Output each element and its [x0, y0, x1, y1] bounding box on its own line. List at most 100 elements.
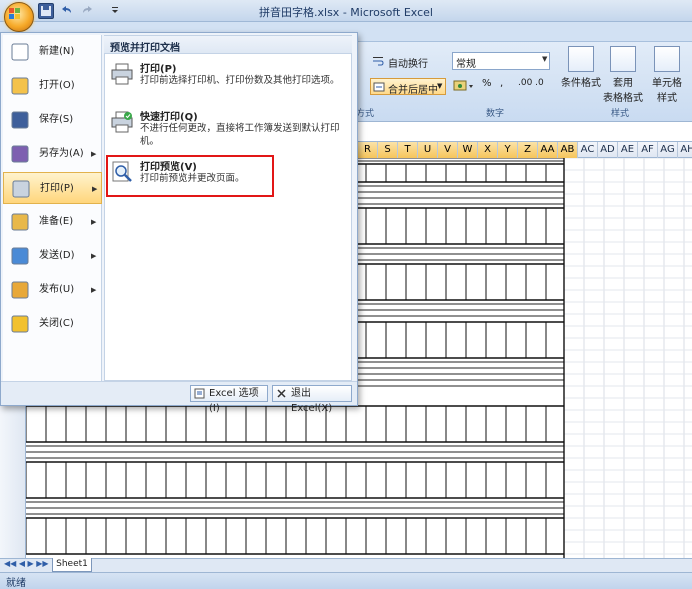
publish-icon [11, 281, 29, 299]
office-menu-item[interactable]: 打开(O) [3, 70, 102, 102]
office-menu-item-label: 新建(N) [39, 46, 75, 57]
customize-quick-access-button[interactable] [110, 3, 126, 19]
column-header[interactable]: AE [618, 142, 638, 158]
column-header[interactable]: AD [598, 142, 618, 158]
wrap-text-label: 自动换行 [388, 59, 428, 70]
quick-print-icon [111, 111, 133, 133]
column-header[interactable]: AH [678, 142, 692, 158]
column-header[interactable]: U [418, 142, 438, 158]
cell-styles-icon [654, 46, 680, 72]
undo-icon [62, 6, 71, 13]
sheet-tab[interactable]: Sheet1 [52, 558, 92, 572]
redo-icon [83, 6, 92, 13]
prepare-icon [11, 213, 29, 231]
save-as-icon [11, 145, 29, 163]
currency-icon [453, 80, 473, 91]
column-header[interactable]: X [478, 142, 498, 158]
number-format-select[interactable]: 常规 [452, 52, 550, 70]
column-header[interactable]: AB [558, 142, 578, 158]
exit-excel-button[interactable]: 退出 Excel(X) [272, 385, 352, 414]
chevron-right-icon: ▶ [91, 286, 97, 294]
chevron-down-icon: ▼ [437, 82, 443, 90]
merge-center-label: 合并后居中 [388, 85, 438, 96]
merge-icon [373, 82, 385, 92]
comma-style-button[interactable]: , [500, 78, 512, 94]
printer-icon [12, 180, 30, 198]
office-menu-item-label: 打开(O) [39, 80, 75, 91]
close-folder-icon [11, 315, 29, 333]
excel-options-button[interactable]: Excel 选项(I) [190, 385, 268, 414]
wrap-text-icon [373, 57, 384, 66]
submenu-item-desc: 不进行任何更改，直接将工作簿发送到默认打印机。 [140, 123, 340, 147]
submenu-item-quick-print[interactable]: 快速打印(Q) 不进行任何更改，直接将工作簿发送到默认打印机。 [106, 108, 346, 152]
office-menu-item[interactable]: 准备(E) ▶ [3, 206, 102, 238]
wrap-text-button[interactable]: 自动换行 [370, 53, 450, 70]
column-header[interactable]: T [398, 142, 418, 158]
window-title: 拼音田字格.xlsx - Microsoft Excel [259, 6, 433, 19]
column-header[interactable]: S [378, 142, 398, 158]
cell-styles-button[interactable]: 单元格 样式 [644, 46, 690, 104]
chevron-right-icon: ▶ [91, 150, 97, 158]
chevron-down-icon: ▼ [542, 55, 548, 63]
submenu-title: 预览并打印文档 [104, 36, 352, 54]
group-label-number: 数字 [485, 109, 504, 119]
send-icon [11, 247, 29, 265]
office-menu-item[interactable]: 保存(S) [3, 104, 102, 136]
percent-button[interactable]: % [482, 78, 496, 94]
office-menu-item[interactable]: 发布(U) ▶ [3, 274, 102, 306]
undo-button[interactable] [58, 3, 74, 19]
column-header[interactable]: Y [498, 142, 518, 158]
sheet-nav-icon[interactable]: ◀◀ ◀ ▶ ▶▶ [4, 559, 49, 568]
highlight-box [106, 155, 274, 197]
printer-icon [111, 63, 133, 85]
conditional-format-label: 条件格式 [561, 78, 601, 89]
table-format-label: 套用 表格格式 [603, 78, 643, 104]
cell-styles-label: 单元格 样式 [652, 78, 682, 104]
office-menu-item-label: 发送(D) [39, 250, 75, 261]
chevron-right-icon: ▶ [92, 185, 98, 193]
column-header[interactable]: AA [538, 142, 558, 158]
column-header[interactable]: R [358, 142, 378, 158]
office-menu-item-label: 另存为(A) [39, 148, 84, 159]
sheet-tab-bar: ◀◀ ◀ ▶ ▶▶ [0, 558, 692, 572]
close-icon [277, 389, 286, 398]
open-folder-icon [11, 77, 29, 95]
column-header[interactable]: AF [638, 142, 658, 158]
office-menu-item[interactable]: 另存为(A) ▶ [3, 138, 102, 170]
office-menu-item-label: 关闭(C) [39, 318, 74, 329]
office-menu-item-label: 保存(S) [39, 114, 74, 125]
exit-excel-label: 退出 Excel(X) [291, 388, 333, 414]
redo-button[interactable] [80, 3, 96, 19]
status-text: 就绪 [6, 578, 26, 589]
office-menu-item-label: 打印(P) [40, 183, 74, 194]
conditional-format-icon [568, 46, 594, 72]
status-bar [0, 572, 692, 589]
column-header[interactable]: W [458, 142, 478, 158]
quick-save-button[interactable] [38, 3, 54, 19]
options-icon [194, 388, 205, 399]
save-icon [41, 6, 51, 16]
column-header[interactable]: V [438, 142, 458, 158]
office-menu-item-label: 准备(E) [39, 216, 74, 227]
office-menu-item[interactable]: 新建(N) [3, 36, 102, 68]
table-format-button[interactable]: 套用 表格格式 [600, 46, 646, 104]
merge-center-button[interactable]: 合并后居中 ▼ [370, 78, 446, 96]
save-icon [11, 111, 29, 129]
submenu-item-print[interactable]: 打印(P) 打印前选择打印机、打印份数及其他打印选项。 [106, 60, 346, 100]
chevron-right-icon: ▶ [91, 218, 97, 226]
column-header[interactable]: AC [578, 142, 598, 158]
office-menu-item[interactable]: 关闭(C) [3, 308, 102, 340]
submenu-item-title: 打印(P) [140, 64, 177, 75]
conditional-format-button[interactable]: 条件格式 [558, 46, 604, 89]
currency-format-button[interactable] [452, 78, 478, 94]
column-header[interactable]: Z [518, 142, 538, 158]
submenu-item-title: 快速打印(Q) [140, 112, 198, 123]
title-bar: 拼音田字格.xlsx - Microsoft Excel [0, 0, 692, 22]
office-menu-item[interactable]: 发送(D) ▶ [3, 240, 102, 272]
table-format-icon [610, 46, 636, 72]
column-header[interactable]: AG [658, 142, 678, 158]
submenu-item-desc: 打印前选择打印机、打印份数及其他打印选项。 [140, 75, 340, 86]
dropdown-icon [112, 7, 118, 13]
office-menu-item[interactable]: 打印(P) ▶ [3, 172, 102, 204]
decimal-buttons[interactable]: .00 .0 [518, 78, 548, 94]
